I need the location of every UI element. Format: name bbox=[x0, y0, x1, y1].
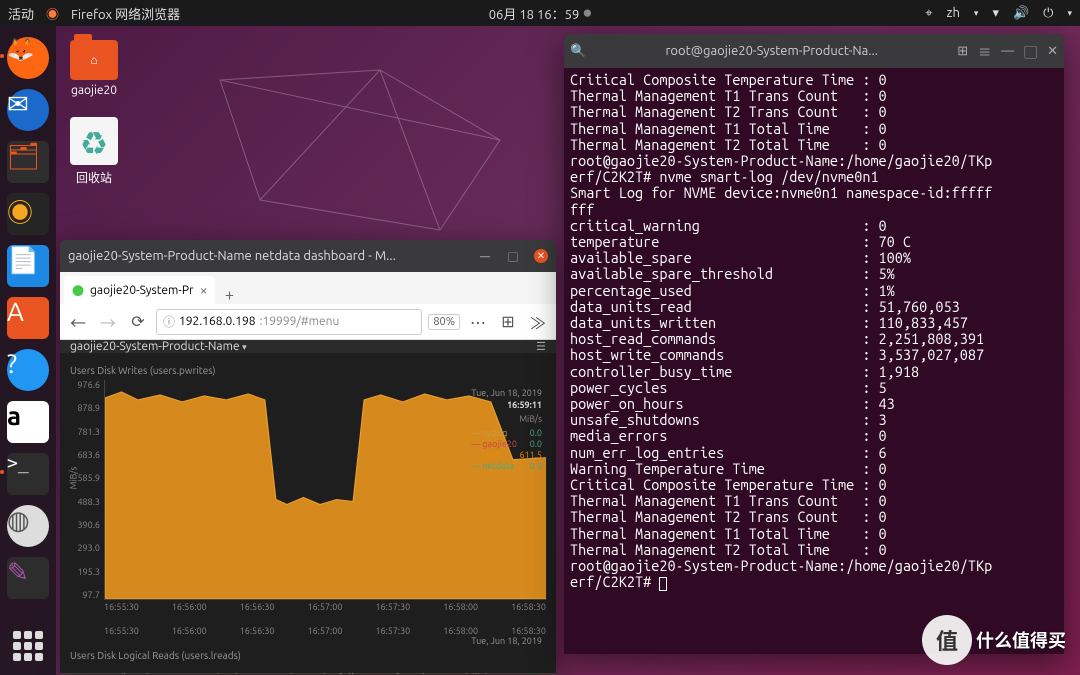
overflow-icon[interactable]: ≫ bbox=[526, 310, 550, 334]
terminal-content[interactable]: Critical Composite Temperature Time : 0 … bbox=[564, 68, 1064, 595]
terminal-titlebar[interactable]: 🔍 root@gaojie20-System-Product-Na... ⊞ ≡… bbox=[564, 34, 1064, 68]
watermark-icon: 值 bbox=[922, 615, 972, 665]
trash-icon: ♻ bbox=[70, 117, 118, 165]
current-app-label[interactable]: Firefox 网络浏览器 bbox=[71, 4, 180, 23]
netdata-dashboard: gaojie20-System-Product-Name ▾ ☰ Users D… bbox=[60, 340, 556, 674]
dock-files[interactable]: 🗂 bbox=[4, 138, 52, 186]
close-button[interactable]: ✕ bbox=[1047, 44, 1058, 59]
caret-down-icon: ▾ bbox=[974, 8, 979, 19]
desktop-home-label: gaojie20 bbox=[71, 84, 117, 97]
chart-title: Users Disk Writes (users.pwrites) bbox=[70, 365, 546, 376]
firefox-tabstrip: ● gaojie20-System-Pr × + bbox=[60, 272, 556, 304]
dock: 🦊 ✉ 🗂 ◉ 📄 A ? a >_ ◍ ✎ bbox=[0, 26, 56, 675]
dock-amazon[interactable]: a bbox=[4, 398, 52, 446]
firefox-toolbar: ← → ⟳ ⓘ 192.168.0.198:19999/#menu 80% ⋯ … bbox=[60, 304, 556, 340]
wifi-icon[interactable]: ▾ bbox=[992, 6, 999, 21]
netdata-banner: Like what you see? Sign in to experience… bbox=[60, 673, 556, 674]
chart-xaxis: 16:55:3016:56:0016:56:3016:57:0016:57:30… bbox=[70, 602, 546, 612]
close-button[interactable]: ✕ bbox=[534, 249, 548, 263]
clock[interactable]: 06月 18 16：59 bbox=[489, 4, 580, 23]
netdata-chart[interactable]: 976.6878.9781.3683.6585.9488.3390.6293.0… bbox=[70, 380, 546, 600]
dock-writer[interactable]: 📄 bbox=[4, 242, 52, 290]
top-panel: 活动 ◉ Firefox 网络浏览器 06月 18 16：59 ● ⌖ zh ▾… bbox=[0, 0, 1080, 26]
desktop-trash[interactable]: ♻ 回收站 bbox=[70, 117, 118, 186]
notification-dot-icon: ● bbox=[583, 8, 591, 19]
forward-button[interactable]: → bbox=[96, 310, 120, 334]
new-tab-button[interactable]: + bbox=[215, 286, 243, 304]
dock-firefox[interactable]: 🦊 bbox=[4, 34, 52, 82]
watermark-text: 什么值得买 bbox=[976, 627, 1066, 653]
dock-terminal[interactable]: >_ bbox=[4, 450, 52, 498]
netdata-menu-icon[interactable]: ☰ bbox=[536, 340, 546, 353]
maximize-button[interactable]: ▢ bbox=[1024, 42, 1037, 61]
desktop-home-folder[interactable]: ⌂ gaojie20 bbox=[70, 40, 118, 97]
chart-xaxis-2: 16:55:3016:56:0016:56:3016:57:0016:57:30… bbox=[70, 626, 546, 636]
netdata-hostname[interactable]: gaojie20-System-Product-Name ▾ bbox=[70, 340, 247, 353]
url-bar[interactable]: ⓘ 192.168.0.198 :19999/#menu bbox=[156, 309, 422, 335]
desktop-trash-label: 回收站 bbox=[76, 169, 112, 186]
activities-button[interactable]: 活动 bbox=[8, 4, 34, 23]
dock-thunderbird[interactable]: ✉ bbox=[4, 86, 52, 134]
banner-signin-link[interactable]: Sign in bbox=[210, 673, 244, 674]
firefox-tab[interactable]: ● gaojie20-System-Pr × bbox=[64, 276, 215, 304]
maximize-button[interactable]: ▢ bbox=[506, 249, 520, 263]
y-axis-label: MiB/s bbox=[68, 467, 78, 490]
page-actions-icon[interactable]: ⋯ bbox=[466, 310, 490, 334]
language-indicator[interactable]: zh bbox=[947, 6, 960, 20]
chart-yaxis: 976.6878.9781.3683.6585.9488.3390.6293.0… bbox=[70, 380, 104, 600]
dock-show-apps[interactable] bbox=[7, 625, 49, 667]
chart-legend: Tue, Jun 18, 2019 16:59:11 MiB/s — syslo… bbox=[471, 388, 542, 472]
terminal-menu-icon[interactable]: ≡ bbox=[978, 42, 991, 61]
accessibility-icon[interactable]: ⌖ bbox=[925, 6, 932, 21]
dock-rhythmbox[interactable]: ◉ bbox=[4, 190, 52, 238]
zoom-level[interactable]: 80% bbox=[428, 314, 460, 330]
chart-title-2: Users Disk Logical Reads (users.lreads) bbox=[70, 650, 546, 661]
caret-down-icon: ▾ bbox=[1067, 8, 1072, 19]
firefox-window: gaojie20-System-Product-Name netdata das… bbox=[60, 240, 556, 674]
library-icon[interactable]: ⊞ bbox=[496, 310, 520, 334]
banner-text-post: to experience the full-range of netdata … bbox=[248, 673, 501, 674]
back-button[interactable]: ← bbox=[66, 310, 90, 334]
tab-close-icon[interactable]: × bbox=[200, 282, 208, 298]
firefox-window-title: gaojie20-System-Product-Name netdata das… bbox=[68, 249, 478, 263]
firefox-indicator-icon: ◉ bbox=[46, 4, 59, 23]
banner-text-pre: Like what you see? bbox=[115, 673, 206, 674]
minimize-button[interactable]: — bbox=[478, 249, 492, 263]
terminal-search-icon[interactable]: 🔍 bbox=[570, 44, 586, 59]
minimize-button[interactable]: — bbox=[1001, 44, 1014, 58]
watermark: 值 什么值得买 bbox=[922, 615, 1066, 665]
terminal-window: 🔍 root@gaojie20-System-Product-Na... ⊞ ≡… bbox=[564, 34, 1064, 654]
terminal-newtab-icon[interactable]: ⊞ bbox=[957, 44, 968, 59]
reload-button[interactable]: ⟳ bbox=[126, 310, 150, 334]
folder-icon: ⌂ bbox=[70, 40, 118, 80]
banner-close-button[interactable]: Close ✕ bbox=[509, 673, 548, 675]
terminal-title: root@gaojie20-System-Product-Na... bbox=[594, 44, 949, 58]
dock-screenshot[interactable]: ✎ bbox=[4, 554, 52, 602]
chart-date-2: Tue, Jun 18, 2019 bbox=[70, 636, 546, 646]
tab-favicon-icon: ● bbox=[72, 282, 84, 299]
url-host: 192.168.0.198 bbox=[179, 315, 256, 328]
volume-icon[interactable]: 🔊 bbox=[1013, 6, 1029, 21]
power-icon[interactable]: ⏻ bbox=[1043, 6, 1053, 21]
url-path: :19999/#menu bbox=[260, 315, 340, 328]
tab-title: gaojie20-System-Pr bbox=[90, 284, 194, 297]
dock-help[interactable]: ? bbox=[4, 346, 52, 394]
info-icon[interactable]: ⓘ bbox=[163, 313, 175, 330]
dock-disks[interactable]: ◍ bbox=[4, 502, 52, 550]
firefox-titlebar[interactable]: gaojie20-System-Product-Name netdata das… bbox=[60, 240, 556, 272]
dock-software[interactable]: A bbox=[4, 294, 52, 342]
